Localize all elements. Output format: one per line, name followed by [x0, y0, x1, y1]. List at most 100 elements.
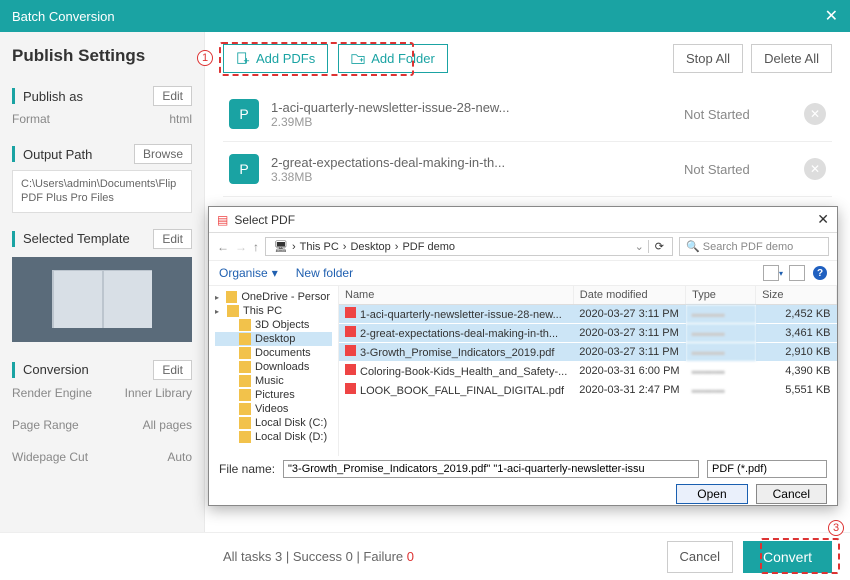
file-type-select[interactable]: [707, 460, 827, 478]
add-pdfs-button[interactable]: Add PDFs: [223, 44, 328, 73]
chevron-down-icon[interactable]: ⌄: [635, 240, 644, 253]
tree-node[interactable]: Music: [215, 374, 332, 388]
file-name-label: File name:: [219, 462, 275, 476]
conversion-edit-button[interactable]: Edit: [153, 360, 192, 380]
tree-node[interactable]: ▸OneDrive - Persor: [215, 290, 332, 304]
tree-node[interactable]: Local Disk (C:): [215, 416, 332, 430]
document-plus-icon: [236, 52, 250, 66]
conv-k0: Render Engine: [12, 386, 92, 400]
section-template: Selected Template Edit: [12, 229, 192, 249]
browse-button[interactable]: Browse: [134, 144, 192, 164]
template-edit-button[interactable]: Edit: [153, 229, 192, 249]
sidebar: Publish Settings Publish as Edit Format …: [0, 32, 205, 532]
conv-v2: Auto: [167, 450, 192, 464]
folder-icon: [239, 361, 251, 373]
dialog-title: Select PDF: [234, 213, 295, 227]
pc-icon: 🖥: [274, 240, 288, 253]
dialog-pdf-icon: ▤: [217, 213, 228, 227]
nav-forward-icon[interactable]: →: [235, 240, 247, 254]
col-size[interactable]: Size: [756, 286, 837, 305]
window-title: Batch Conversion: [12, 9, 115, 24]
file-dialog-row[interactable]: Coloring-Book-Kids_Health_and_Safety-...…: [339, 362, 837, 381]
folder-plus-icon: [351, 52, 365, 66]
tree-node[interactable]: Local Disk (D:): [215, 430, 332, 444]
accent-bar: [12, 362, 15, 378]
file-row[interactable]: P2-great-expectations-deal-making-in-th.…: [223, 142, 832, 197]
accent-bar: [12, 88, 15, 104]
tree-node[interactable]: ▸This PC: [215, 304, 332, 318]
footer: All tasks 3 | Success 0 | Failure 0 Canc…: [0, 532, 850, 580]
pdf-icon: P: [229, 154, 259, 184]
tree-node[interactable]: Videos: [215, 402, 332, 416]
cancel-button[interactable]: Cancel: [667, 541, 733, 573]
file-dialog-row[interactable]: 2-great-expectations-deal-making-in-th..…: [339, 324, 837, 343]
view-mode-icon[interactable]: [763, 265, 779, 281]
conversion-label: Conversion: [23, 362, 153, 377]
col-name[interactable]: Name: [339, 286, 573, 305]
dialog-close-icon[interactable]: ✕: [817, 211, 829, 228]
search-input[interactable]: 🔍 Search PDF demo: [679, 237, 829, 256]
sidebar-heading: Publish Settings: [12, 46, 192, 66]
file-status: Not Started: [684, 162, 804, 177]
nav-up-icon[interactable]: ↑: [253, 240, 259, 254]
section-output-path: Output Path Browse: [12, 144, 192, 164]
pdf-file-icon: [345, 364, 356, 375]
toolbar: Add PDFs Add Folder Stop All Delete All: [223, 44, 832, 73]
output-path-label: Output Path: [23, 147, 134, 162]
close-icon[interactable]: ✕: [825, 6, 838, 26]
col-type[interactable]: Type: [686, 286, 756, 305]
col-date[interactable]: Date modified: [573, 286, 685, 305]
file-dialog-row[interactable]: 3-Growth_Promise_Indicators_2019.pdf2020…: [339, 343, 837, 362]
conv-v0: Inner Library: [125, 386, 192, 400]
stop-all-button[interactable]: Stop All: [673, 44, 743, 73]
template-label: Selected Template: [23, 231, 153, 246]
conv-k1: Page Range: [12, 418, 79, 432]
publish-as-edit-button[interactable]: Edit: [153, 86, 192, 106]
template-thumbnail[interactable]: [12, 257, 192, 342]
convert-button[interactable]: Convert: [743, 541, 832, 573]
folder-icon: [239, 417, 251, 429]
add-folder-button[interactable]: Add Folder: [338, 44, 448, 73]
dialog-cancel-button[interactable]: Cancel: [756, 484, 827, 504]
file-name-input[interactable]: [283, 460, 699, 478]
tree-node[interactable]: Pictures: [215, 388, 332, 402]
tree-node[interactable]: Desktop: [215, 332, 332, 346]
format-value: html: [169, 112, 192, 126]
tree-node[interactable]: Documents: [215, 346, 332, 360]
file-size: 2.39MB: [271, 115, 684, 129]
pdf-file-icon: [345, 307, 356, 318]
add-folder-label: Add Folder: [371, 51, 435, 66]
delete-all-button[interactable]: Delete All: [751, 44, 832, 73]
annotation-marker-1: 1: [197, 50, 213, 66]
file-row[interactable]: P1-aci-quarterly-newsletter-issue-28-new…: [223, 87, 832, 142]
output-path-value: C:\Users\admin\Documents\Flip PDF Plus P…: [12, 170, 192, 213]
tree-node[interactable]: Downloads: [215, 360, 332, 374]
folder-tree[interactable]: ▸OneDrive - Persor▸This PC3D ObjectsDesk…: [209, 286, 339, 456]
preview-pane-icon[interactable]: [789, 265, 805, 281]
remove-file-icon[interactable]: ✕: [804, 158, 826, 180]
breadcrumb[interactable]: 🖥 ›This PC ›Desktop ›PDF demo ⌄ ⟳: [265, 237, 673, 256]
pdf-file-icon: [345, 326, 356, 337]
folder-icon: [239, 333, 251, 345]
refresh-icon[interactable]: ⟳: [648, 240, 664, 253]
organise-menu[interactable]: Organise: [219, 266, 268, 280]
publish-as-label: Publish as: [23, 89, 153, 104]
add-pdfs-label: Add PDFs: [256, 51, 315, 66]
annotation-marker-3: 3: [828, 520, 844, 536]
file-open-dialog: ▤ Select PDF ✕ ← → ↑ 🖥 ›This PC ›Desktop…: [208, 206, 838, 506]
nav-back-icon[interactable]: ←: [217, 240, 229, 254]
open-button[interactable]: Open: [676, 484, 747, 504]
folder-icon: [239, 319, 251, 331]
new-folder-button[interactable]: New folder: [296, 266, 353, 280]
window-titlebar: Batch Conversion ✕: [0, 0, 850, 32]
file-dialog-row[interactable]: LOOK_BOOK_FALL_FINAL_DIGITAL.pdf2020-03-…: [339, 381, 837, 400]
folder-icon: [239, 347, 251, 359]
tree-node[interactable]: 3D Objects: [215, 318, 332, 332]
pdf-file-icon: [345, 383, 356, 394]
file-dialog-row[interactable]: 1-aci-quarterly-newsletter-issue-28-new.…: [339, 305, 837, 324]
file-listing[interactable]: Name Date modified Type Size 1-aci-quart…: [339, 286, 837, 456]
help-icon[interactable]: ?: [813, 266, 827, 280]
file-size: 3.38MB: [271, 170, 684, 184]
file-name: 1-aci-quarterly-newsletter-issue-28-new.…: [271, 100, 684, 115]
remove-file-icon[interactable]: ✕: [804, 103, 826, 125]
